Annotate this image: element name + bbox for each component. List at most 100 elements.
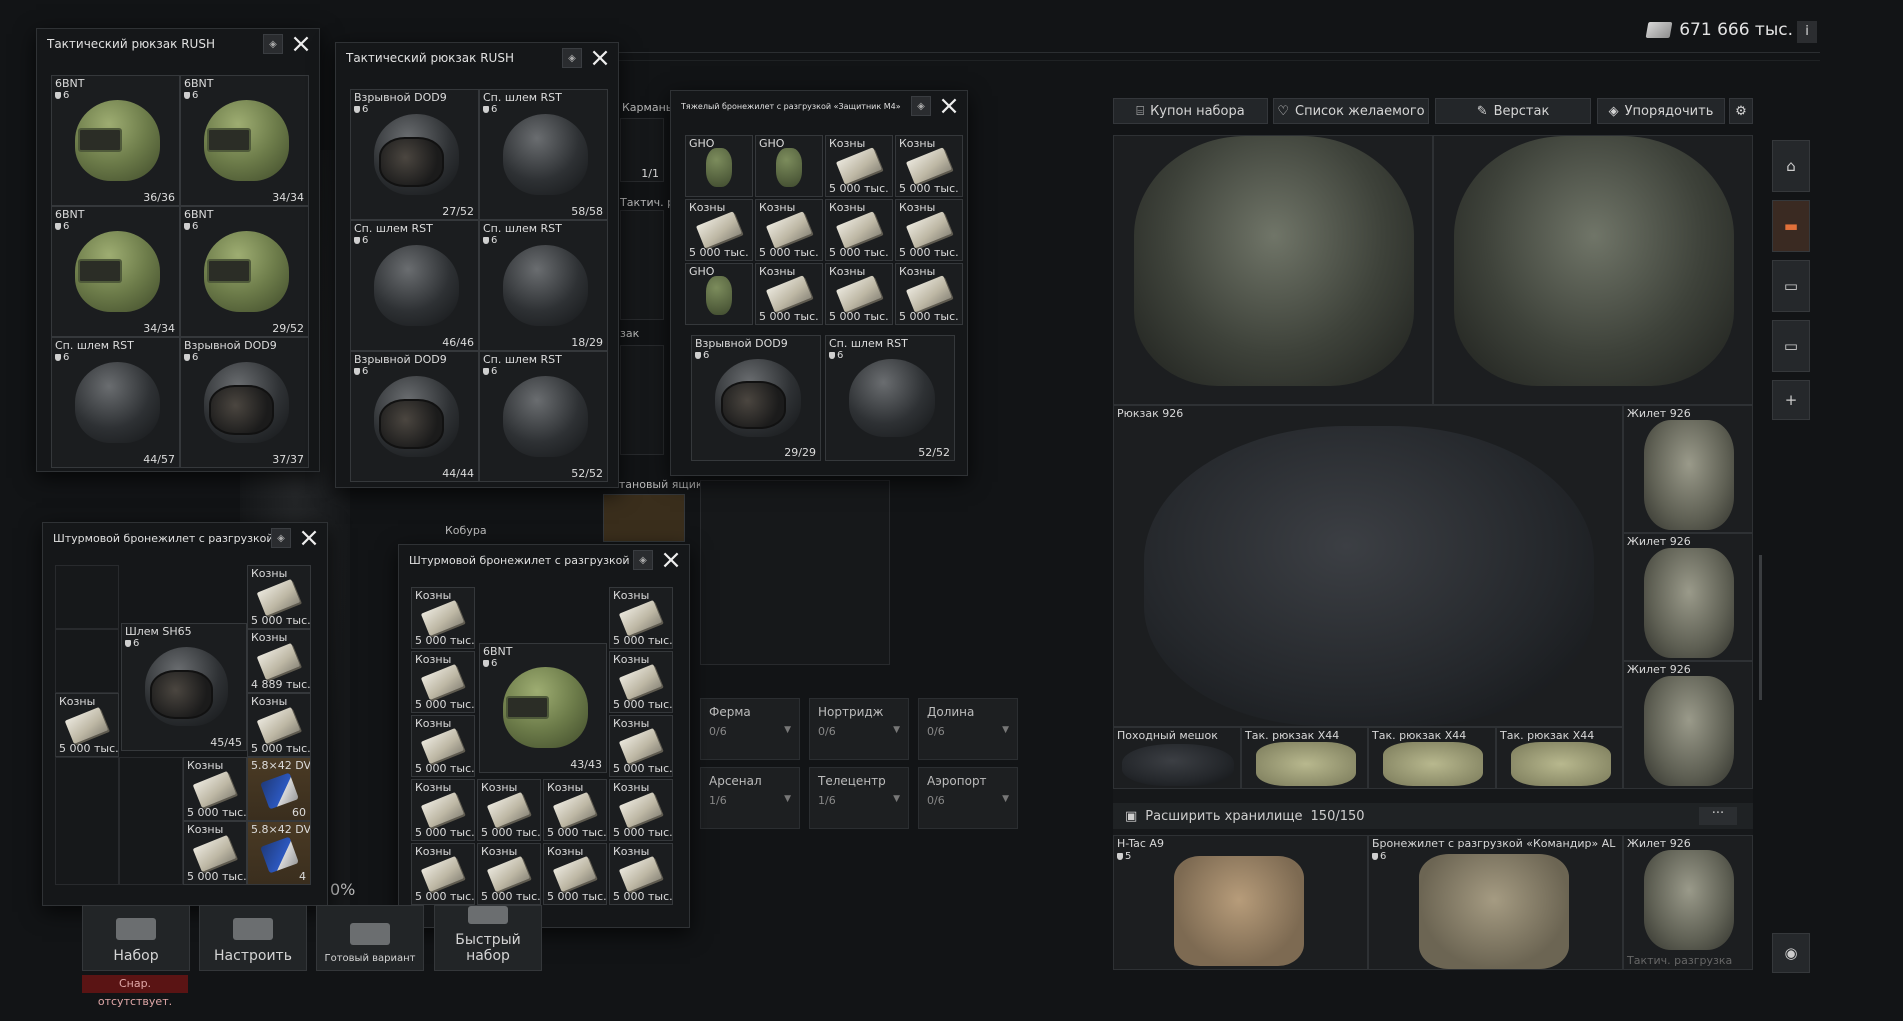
cash-item[interactable]: Козны 5 000 тыс. <box>609 715 673 777</box>
helmet-item[interactable]: Шлем SH65 6 45/45 <box>121 623 247 751</box>
stash-item-vest-926[interactable]: Жилет 926 Тактич. разгрузка <box>1623 835 1753 970</box>
sort-button[interactable]: ◈ Упорядочить <box>1597 98 1725 124</box>
stash-item-vest-926[interactable]: Жилет 926 <box>1623 661 1753 789</box>
cash-item[interactable]: Козны 5 000 тыс. <box>411 587 475 649</box>
cash-item[interactable]: Козны 5 000 тыс. <box>411 715 475 777</box>
cash-item[interactable]: Козны 5 000 тыс. <box>609 587 673 649</box>
info-button[interactable]: i <box>1797 21 1817 43</box>
cash-item[interactable]: Козны 5 000 тыс. <box>247 693 311 757</box>
helmet-item[interactable]: Сп. шлем RST 6 58/58 <box>479 89 608 220</box>
camera-icon[interactable]: ◉ <box>1772 933 1810 973</box>
expand-storage-bar[interactable]: ▣ Расширить хранилище 150/150 ··· <box>1113 803 1753 829</box>
wishlist-button[interactable]: ♡ Список желаемого <box>1273 98 1429 124</box>
stash-icon[interactable]: ▬ <box>1772 200 1810 252</box>
stash-item-commander-vest[interactable]: Бронежилет с разгрузкой «Командир» AL 6 <box>1368 835 1623 970</box>
ammo-item[interactable]: 5.8×42 DVP884 <box>247 821 311 885</box>
cash-item[interactable]: Козны 5 000 тыс. <box>543 779 607 841</box>
helmet-item[interactable]: 6BNT 6 34/34 <box>51 206 180 337</box>
layers-icon[interactable]: ◈ <box>562 48 582 68</box>
stash-scrollbar[interactable] <box>1759 555 1762 700</box>
location-northridge[interactable]: Нортридж 0/6 ▼ <box>809 698 909 760</box>
close-icon[interactable]: × <box>937 93 961 119</box>
location-telecenter[interactable]: Телецентр 1/6 ▼ <box>809 767 909 829</box>
pocket-slot[interactable]: 1/1 <box>620 118 664 182</box>
plus-icon[interactable]: + <box>1772 380 1810 420</box>
stash-item-tac-bag[interactable]: Так. рюкзак Х44 <box>1496 727 1623 789</box>
layers-icon[interactable]: ◈ <box>263 34 283 54</box>
stash-item-tac-bag[interactable]: Так. рюкзак Х44 <box>1241 727 1368 789</box>
cash-item[interactable]: Козны 5 000 тыс. <box>895 199 963 261</box>
box2-icon[interactable]: ▭ <box>1772 320 1810 372</box>
cash-item[interactable]: Козны 5 000 тыс. <box>55 693 119 757</box>
close-icon[interactable]: × <box>289 31 313 57</box>
close-icon[interactable]: × <box>588 45 612 71</box>
home-icon[interactable]: ⌂ <box>1772 140 1810 192</box>
loadout-button[interactable]: Набор <box>82 905 190 971</box>
grenade-item[interactable]: GHO <box>685 263 753 325</box>
layers-icon[interactable]: ◈ <box>271 528 291 548</box>
location-valley[interactable]: Долина 0/6 ▼ <box>918 698 1018 760</box>
cash-item[interactable]: Козны 4 889 тыс. <box>247 629 311 693</box>
cash-item[interactable]: Козны 5 000 тыс. <box>895 263 963 325</box>
workbench-button[interactable]: ✎ Верстак <box>1435 98 1591 124</box>
stash-item-backpack-926[interactable]: Рюкзак 926 <box>1113 405 1623 727</box>
location-arsenal[interactable]: Арсенал 1/6 ▼ <box>700 767 800 829</box>
preset-button[interactable]: Готовый вариант <box>316 905 424 971</box>
location-farm[interactable]: Ферма 0/6 ▼ <box>700 698 800 760</box>
cash-item[interactable]: Козны 5 000 тыс. <box>477 843 541 905</box>
helmet-item[interactable]: 6BNT 6 36/36 <box>51 75 180 206</box>
helmet-item[interactable]: Сп. шлем RST 6 52/52 <box>479 351 608 482</box>
cash-item[interactable]: Козны 5 000 тыс. <box>183 757 247 821</box>
cash-item[interactable]: Козны 5 000 тыс. <box>247 565 311 629</box>
cash-item[interactable]: Козны 5 000 тыс. <box>411 779 475 841</box>
storage-grid[interactable] <box>700 480 890 665</box>
quick-loadout-button[interactable]: Быстрый набор <box>434 905 542 971</box>
helmet-item[interactable]: Взрывной DOD9 6 44/44 <box>350 351 479 482</box>
helmet-item[interactable]: Взрывной DOD9 6 29/29 <box>691 335 821 461</box>
helmet-item[interactable]: Взрывной DOD9 6 37/37 <box>180 337 309 468</box>
helmet-item[interactable]: Сп. шлем RST 6 18/29 <box>479 220 608 351</box>
helmet-item[interactable]: Сп. шлем RST 6 46/46 <box>350 220 479 351</box>
cash-item[interactable]: Козны 5 000 тыс. <box>609 651 673 713</box>
grenade-item[interactable]: GHO <box>685 135 753 197</box>
settings-button[interactable]: ⚙ <box>1729 98 1753 124</box>
empty-slot[interactable] <box>55 565 119 629</box>
stash-item-vest-926[interactable]: Жилет 926 <box>1623 533 1753 661</box>
kit-coupon-button[interactable]: ⌸ Купон набора <box>1113 98 1268 124</box>
layers-icon[interactable]: ◈ <box>911 96 931 116</box>
stash-item-camp-bag[interactable]: Походный мешок <box>1113 727 1241 789</box>
ammo-item[interactable]: 5.8×42 DVP8860 <box>247 757 311 821</box>
stash-item-vest-926[interactable]: Жилет 926 <box>1623 405 1753 533</box>
cash-item[interactable]: Козны 5 000 тыс. <box>755 199 823 261</box>
cash-item[interactable]: Козны 5 000 тыс. <box>825 263 893 325</box>
close-icon[interactable]: × <box>659 547 683 573</box>
stash-item-backpack[interactable] <box>1113 135 1433 405</box>
stash-item-backpack[interactable] <box>1433 135 1753 405</box>
cash-item[interactable]: Козны 5 000 тыс. <box>411 843 475 905</box>
empty-slot[interactable] <box>55 757 119 885</box>
cash-item[interactable]: Козны 5 000 тыс. <box>755 263 823 325</box>
stash-item-htac-a9[interactable]: H-Tac A9 5 <box>1113 835 1368 970</box>
cash-item[interactable]: Козны 5 000 тыс. <box>411 651 475 713</box>
layers-icon[interactable]: ◈ <box>633 550 653 570</box>
cash-item[interactable]: Козны 5 000 тыс. <box>183 821 247 885</box>
cash-item[interactable]: Козны 5 000 тыс. <box>609 843 673 905</box>
helmet-item[interactable]: Сп. шлем RST 6 44/57 <box>51 337 180 468</box>
grenade-item[interactable]: GHO <box>755 135 823 197</box>
helmet-item[interactable]: Взрывной DOD9 6 27/52 <box>350 89 479 220</box>
helmet-item[interactable]: 6BNT 6 43/43 <box>479 643 607 773</box>
titanium-crate[interactable] <box>603 494 685 542</box>
cash-item[interactable]: Козны 5 000 тыс. <box>609 779 673 841</box>
helmet-item[interactable]: Сп. шлем RST 6 52/52 <box>825 335 955 461</box>
helmet-item[interactable]: 6BNT 6 34/34 <box>180 75 309 206</box>
cash-item[interactable]: Козны 5 000 тыс. <box>825 135 893 197</box>
more-button[interactable]: ··· <box>1699 807 1737 825</box>
stash-item-tac-bag[interactable]: Так. рюкзак Х44 <box>1368 727 1496 789</box>
close-icon[interactable]: × <box>297 525 321 551</box>
chest-rig-slot[interactable] <box>620 210 664 320</box>
backpack-slot[interactable] <box>620 345 664 455</box>
cash-item[interactable]: Козны 5 000 тыс. <box>477 779 541 841</box>
cash-item[interactable]: Козны 5 000 тыс. <box>895 135 963 197</box>
empty-slot[interactable] <box>119 757 183 885</box>
cash-item[interactable]: Козны 5 000 тыс. <box>543 843 607 905</box>
